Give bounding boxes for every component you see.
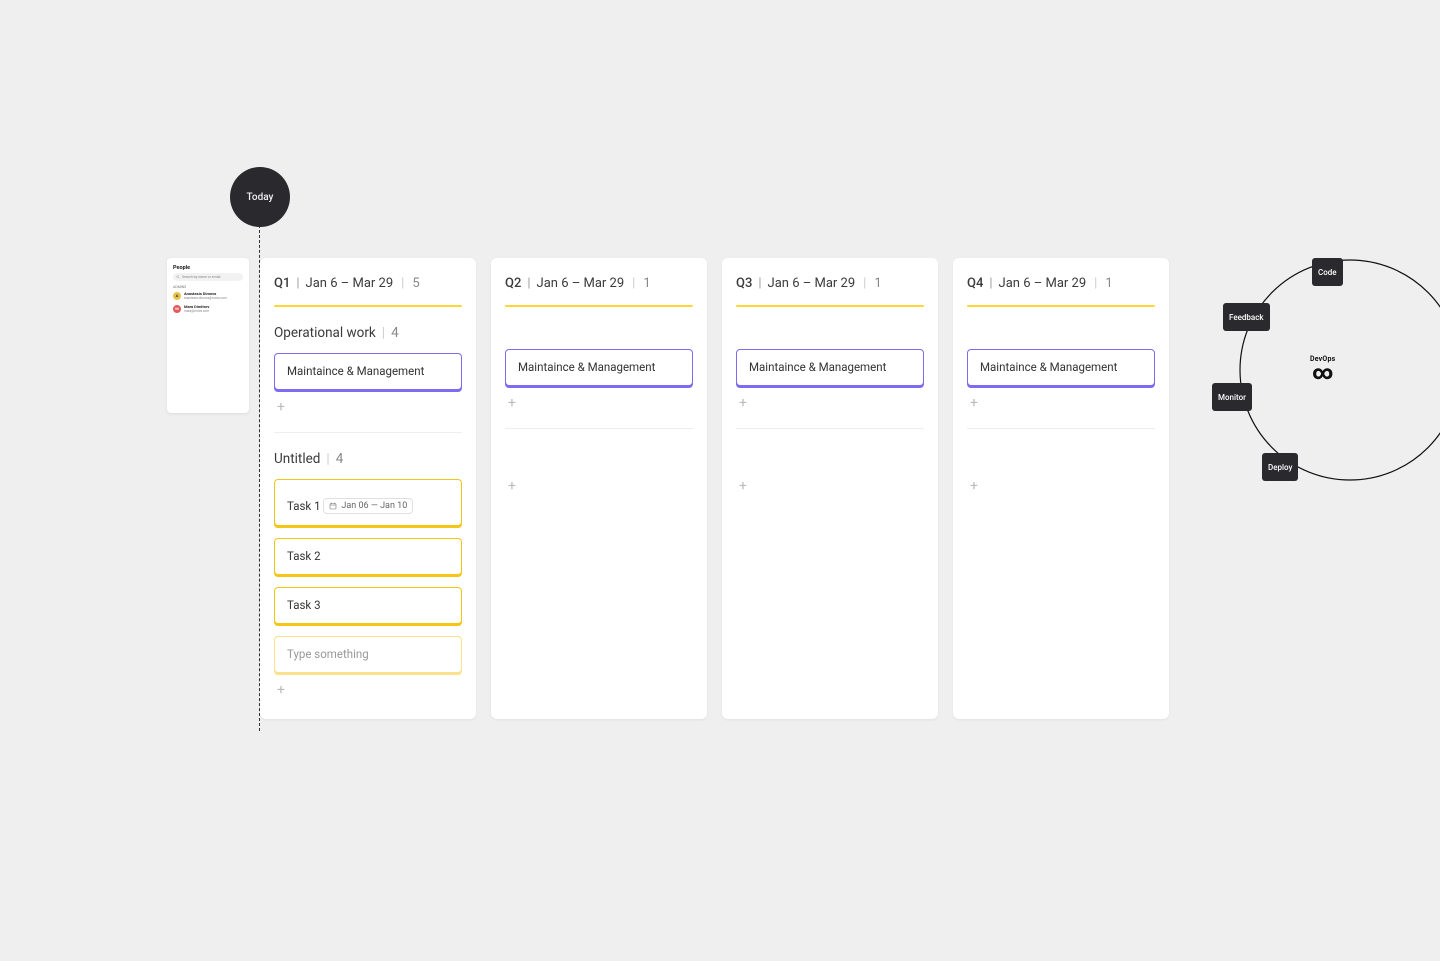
task-card[interactable]: Task 2	[274, 538, 462, 575]
column-underline	[274, 305, 462, 307]
plus-icon: +	[739, 396, 747, 410]
people-panel-title: People	[173, 265, 243, 271]
add-card-button[interactable]: +	[736, 479, 750, 493]
avatar: M	[173, 305, 181, 313]
date-range: Jan 6 – Mar 29	[306, 276, 394, 291]
task-card[interactable]: Maintaince & Management	[274, 353, 462, 390]
devops-node-feedback[interactable]: Feedback	[1223, 303, 1270, 331]
task-card-label: Task 2	[287, 549, 321, 563]
search-icon	[176, 275, 180, 279]
separator: |	[524, 276, 533, 291]
add-card-button[interactable]: +	[505, 396, 519, 410]
devops-node-label: Monitor	[1218, 393, 1246, 402]
add-card-button[interactable]: +	[736, 396, 750, 410]
section-divider	[274, 432, 462, 433]
devops-node-monitor[interactable]: Monitor	[1212, 383, 1252, 411]
add-card-button[interactable]: +	[505, 479, 519, 493]
plus-icon: +	[970, 396, 978, 410]
plus-icon: +	[508, 396, 516, 410]
today-marker: Today	[230, 167, 290, 227]
devops-node-deploy[interactable]: Deploy	[1262, 453, 1298, 481]
quarter-label: Q4	[967, 276, 983, 291]
person-email: anastasia.dimova@mova.com	[184, 296, 227, 300]
task-card-label: Maintaince & Management	[287, 364, 424, 378]
column-header: Q1 | Jan 6 – Mar 29 | 5	[274, 276, 462, 291]
separator: |	[627, 276, 640, 291]
avatar: A	[173, 292, 181, 300]
people-row[interactable]: M Mara Dimitrov mara@mova.com	[173, 304, 243, 313]
column-q3: Q3 | Jan 6 – Mar 29 | 1 Maintaince & Man…	[722, 258, 938, 719]
column-q1: Q1 | Jan 6 – Mar 29 | 5 Operational work…	[260, 258, 476, 719]
devops-node-label: Code	[1318, 268, 1337, 277]
people-search-placeholder: Search by name or email	[182, 275, 220, 279]
task-card-placeholder-label: Type something	[287, 647, 369, 661]
infinity-icon: ∞	[1310, 364, 1335, 380]
date-range: Jan 6 – Mar 29	[537, 276, 625, 291]
task-card[interactable]: Task 1 Jan 06 — Jan 10	[274, 479, 462, 526]
devops-wheel: DevOps ∞ Code Feedback Monitor Deploy	[1200, 255, 1440, 555]
task-card-label: Maintaince & Management	[749, 360, 886, 374]
task-card-label: Task 1	[287, 499, 321, 513]
quarter-label: Q1	[274, 276, 290, 291]
separator: |	[376, 325, 391, 341]
date-range: Jan 6 – Mar 29	[768, 276, 856, 291]
task-card[interactable]: Maintaince & Management	[967, 349, 1155, 386]
column-count: 1	[874, 276, 881, 291]
separator: |	[1089, 276, 1102, 291]
task-card-label: Maintaince & Management	[518, 360, 655, 374]
quarter-board: Q1 | Jan 6 – Mar 29 | 5 Operational work…	[260, 258, 1169, 719]
devops-center: DevOps ∞	[1310, 355, 1335, 380]
plus-icon: +	[739, 479, 747, 493]
separator: |	[320, 451, 335, 467]
devops-node-label: Deploy	[1268, 463, 1292, 472]
add-card-button[interactable]: +	[274, 400, 288, 414]
task-card-label: Task 3	[287, 598, 321, 612]
section-title: Operational work	[274, 325, 376, 341]
person-email: mara@mova.com	[184, 309, 209, 313]
date-chip[interactable]: Jan 06 — Jan 10	[323, 498, 413, 514]
column-count: 5	[412, 276, 419, 291]
plus-icon: +	[508, 479, 516, 493]
add-card-button[interactable]: +	[274, 683, 288, 697]
separator: |	[858, 276, 871, 291]
task-card[interactable]: Maintaince & Management	[505, 349, 693, 386]
add-card-button[interactable]: +	[967, 396, 981, 410]
devops-node-label: Feedback	[1229, 313, 1264, 322]
column-count: 1	[1105, 276, 1112, 291]
separator: |	[755, 276, 764, 291]
add-card-button[interactable]: +	[967, 479, 981, 493]
date-range: Jan 6 – Mar 29	[999, 276, 1087, 291]
people-panel: People Search by name or email ADMINS A …	[167, 258, 249, 413]
people-row[interactable]: A Anastasia Dimova anastasia.dimova@mova…	[173, 291, 243, 300]
task-card[interactable]: Maintaince & Management	[736, 349, 924, 386]
column-header: Q4 | Jan 6 – Mar 29 | 1	[967, 276, 1155, 291]
section-header: Operational work | 4	[274, 325, 462, 341]
section-count: 4	[391, 325, 399, 341]
task-card[interactable]: Task 3	[274, 587, 462, 624]
separator: |	[986, 276, 995, 291]
separator: |	[293, 276, 302, 291]
column-header: Q2 | Jan 6 – Mar 29 | 1	[505, 276, 693, 291]
section-count: 4	[336, 451, 344, 467]
calendar-icon	[329, 502, 337, 510]
devops-node-code[interactable]: Code	[1312, 258, 1343, 286]
plus-icon: +	[277, 683, 285, 697]
plus-icon: +	[970, 479, 978, 493]
people-group-label: ADMINS	[173, 285, 243, 289]
section-title: Untitled	[274, 451, 320, 467]
task-card-label: Maintaince & Management	[980, 360, 1117, 374]
today-label: Today	[247, 192, 274, 203]
plus-icon: +	[277, 400, 285, 414]
column-count: 1	[643, 276, 650, 291]
column-q4: Q4 | Jan 6 – Mar 29 | 1 Maintaince & Man…	[953, 258, 1169, 719]
quarter-label: Q2	[505, 276, 521, 291]
people-search-input[interactable]: Search by name or email	[173, 273, 243, 281]
task-card-placeholder[interactable]: Type something	[274, 636, 462, 673]
column-header: Q3 | Jan 6 – Mar 29 | 1	[736, 276, 924, 291]
quarter-label: Q3	[736, 276, 752, 291]
column-q2: Q2 | Jan 6 – Mar 29 | 1 Maintaince & Man…	[491, 258, 707, 719]
date-chip-label: Jan 06 — Jan 10	[341, 501, 407, 511]
section-header: Untitled | 4	[274, 451, 462, 467]
separator: |	[396, 276, 409, 291]
